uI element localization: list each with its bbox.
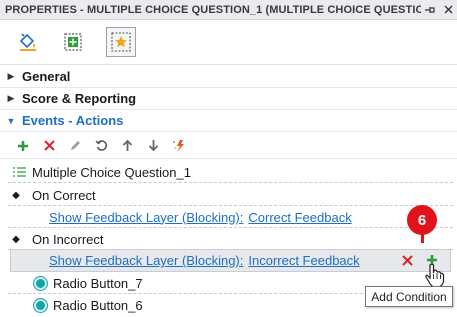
section-score-reporting[interactable]: ▶ Score & Reporting: [0, 88, 457, 110]
star-animation-icon: [111, 32, 131, 52]
delete-icon[interactable]: [38, 135, 60, 157]
tab-animation[interactable]: [106, 27, 136, 57]
tab-size-position[interactable]: [58, 27, 88, 57]
chevron-right-icon: ▶: [7, 93, 15, 103]
trigger-on-incorrect[interactable]: ◆ On Incorrect: [0, 228, 457, 250]
tree-root[interactable]: Multiple Choice Question_1: [0, 161, 457, 183]
trigger-on-correct[interactable]: ◆ On Correct: [0, 184, 457, 206]
trigger-label: On Incorrect: [32, 231, 104, 247]
magic-icon[interactable]: [168, 135, 190, 157]
radio-button-icon: [34, 298, 47, 312]
section-general[interactable]: ▶ General: [0, 66, 457, 88]
actions-toolbar: [0, 133, 457, 159]
tooltip-add-condition: Add Condition: [365, 286, 453, 307]
action-target-link[interactable]: Incorrect Feedback: [248, 253, 359, 268]
add-icon[interactable]: [12, 135, 34, 157]
panel-titlebar: PROPERTIES - MULTIPLE CHOICE QUESTION_1 …: [0, 0, 457, 20]
undo-icon[interactable]: [90, 135, 112, 157]
edit-icon[interactable]: [64, 135, 86, 157]
move-up-icon[interactable]: [116, 135, 138, 157]
list-icon: [13, 167, 26, 177]
action-type-link[interactable]: Show Feedback Layer (Blocking):: [49, 210, 243, 225]
action-type-link[interactable]: Show Feedback Layer (Blocking):: [49, 253, 243, 268]
diamond-icon: ◆: [12, 189, 20, 201]
radio-button-icon: [34, 276, 47, 290]
radio-button-label: Radio Button_7: [53, 275, 143, 291]
delete-condition-icon[interactable]: [402, 254, 413, 269]
chevron-down-icon: ▼: [6, 115, 16, 126]
section-score-label: Score & Reporting: [22, 91, 137, 106]
close-icon[interactable]: [439, 0, 457, 20]
move-down-icon[interactable]: [142, 135, 164, 157]
properties-tabbar: [0, 21, 457, 65]
pin-icon[interactable]: [421, 0, 439, 20]
chevron-right-icon: ▶: [7, 71, 15, 81]
panel-title: PROPERTIES - MULTIPLE CHOICE QUESTION_1 …: [5, 3, 421, 16]
action-row-incorrect[interactable]: Show Feedback Layer (Blocking): Incorrec…: [10, 249, 451, 272]
step-badge: 6: [407, 205, 437, 235]
section-events-actions[interactable]: ▼ Events - Actions: [0, 110, 457, 132]
tab-fill[interactable]: [13, 27, 43, 57]
radio-button-label: Radio Button_6: [53, 297, 143, 313]
section-events-label: Events - Actions: [22, 113, 124, 128]
fill-bucket-icon: [19, 33, 36, 51]
size-position-icon: [64, 33, 82, 51]
action-row-correct[interactable]: Show Feedback Layer (Blocking): Correct …: [0, 206, 457, 228]
section-general-label: General: [22, 69, 71, 84]
diamond-icon: ◆: [12, 233, 20, 245]
tree-root-label: Multiple Choice Question_1: [32, 164, 191, 180]
action-target-link[interactable]: Correct Feedback: [248, 210, 351, 225]
trigger-label: On Correct: [32, 187, 96, 203]
